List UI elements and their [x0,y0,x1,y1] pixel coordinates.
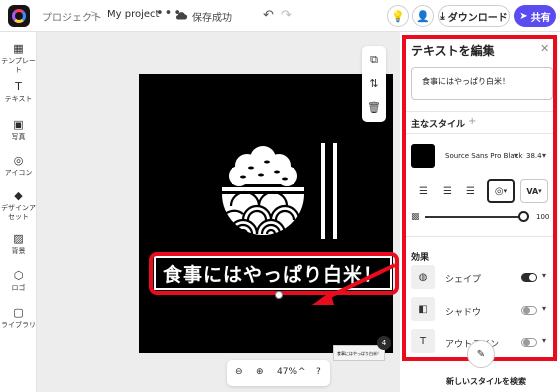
share-label: 共有 [530,12,551,24]
rice-bowl-graphic [219,146,304,235]
left-sidebar: ▦ テンプレート T テキスト ▣ 写真 ◎ アイコン ◆ デザインアセット ▨… [0,32,37,392]
text-icon: T [15,80,22,93]
icon-icon: ◎ [13,154,24,167]
chevron-up-icon[interactable]: ^ [298,367,306,377]
breadcrumb-separator: > [90,9,99,20]
help-icon[interactable]: ? [316,367,321,377]
magic-wand-icon: ✎ [476,348,486,360]
library-icon: ▢ [13,306,24,319]
sidebar-item-label: テキスト [4,95,33,103]
background-icon: ▨ [13,232,24,245]
save-status: 保存成功 [192,13,232,24]
sidebar-item-label: アイコン [4,169,33,177]
element-toolbar: ⧉ ⇅ 🗑 [362,46,386,122]
design-asset-icon: ◆ [14,189,23,202]
sidebar-item-background[interactable]: ▨ 背景 [0,232,37,256]
sidebar-item-label: デザインアセット [1,204,36,221]
undo-icon[interactable]: ↶ [263,8,274,23]
magic-wand-button[interactable]: ✎ [467,340,495,368]
photo-icon: ▣ [13,118,24,131]
redo-icon[interactable]: ↷ [281,8,292,23]
zoom-toolbar: ⊖ ⊕ 47% ^ ? [227,360,330,386]
sidebar-item-label: ライブラリ [1,321,36,329]
zoom-out-icon[interactable]: ⊖ [235,367,243,377]
download-button[interactable]: ⤓ ダウンロード [438,5,510,27]
logo-icon: ⬡ [13,269,24,282]
sidebar-item-label: 写真 [11,133,26,141]
find-new-styles-link[interactable]: 新しいスタイルを検索 [446,376,526,387]
sidebar-item-icons[interactable]: ◎ アイコン [0,154,37,178]
rotate-handle[interactable] [275,291,283,299]
chopstick-left [321,143,325,239]
sidebar-item-library[interactable]: ▢ ライブラリ [0,306,37,330]
project-name[interactable]: My project [107,9,159,20]
lightbulb-icon[interactable]: 💡 [387,5,409,27]
sidebar-item-label: 背景 [11,247,26,255]
trash-icon[interactable]: 🗑 [362,101,386,114]
app-logo[interactable] [8,5,30,27]
page-thumbnail[interactable]: 食事にはやっぱり白米！ [333,345,385,361]
sidebar-item-design-assets[interactable]: ◆ デザインアセット [0,189,37,222]
send-icon: ➤ [519,10,528,22]
sidebar-item-logo[interactable]: ⬡ ロゴ [0,269,37,293]
download-icon: ⤓ [440,10,445,22]
cloud-icon [175,12,188,20]
sidebar-item-templates[interactable]: ▦ テンプレート [0,42,37,75]
share-button[interactable]: ➤ 共有 [514,5,556,27]
chopstick-right [333,143,337,239]
template-icon: ▦ [13,42,24,55]
zoom-level[interactable]: 47% [277,367,297,377]
page-count-badge[interactable]: 4 [377,336,391,350]
arrange-icon[interactable]: ⇅ [362,77,386,90]
sidebar-item-label: ロゴ [11,284,26,292]
highlight-box-panel [402,35,557,361]
duplicate-icon[interactable]: ⧉ [362,53,386,67]
sidebar-item-label: テンプレート [1,57,36,74]
sidebar-item-text[interactable]: T テキスト [0,80,37,104]
sidebar-item-photos[interactable]: ▣ 写真 [0,118,37,142]
highlight-box-text [149,252,399,295]
top-bar: プロジェクト > My project ••• 保存成功 ↶ ↷ 💡 👤 ⤓ ダ… [0,0,560,32]
add-user-icon[interactable]: 👤 [412,5,434,27]
zoom-in-icon[interactable]: ⊕ [256,367,264,377]
download-label: ダウンロード [447,12,508,24]
